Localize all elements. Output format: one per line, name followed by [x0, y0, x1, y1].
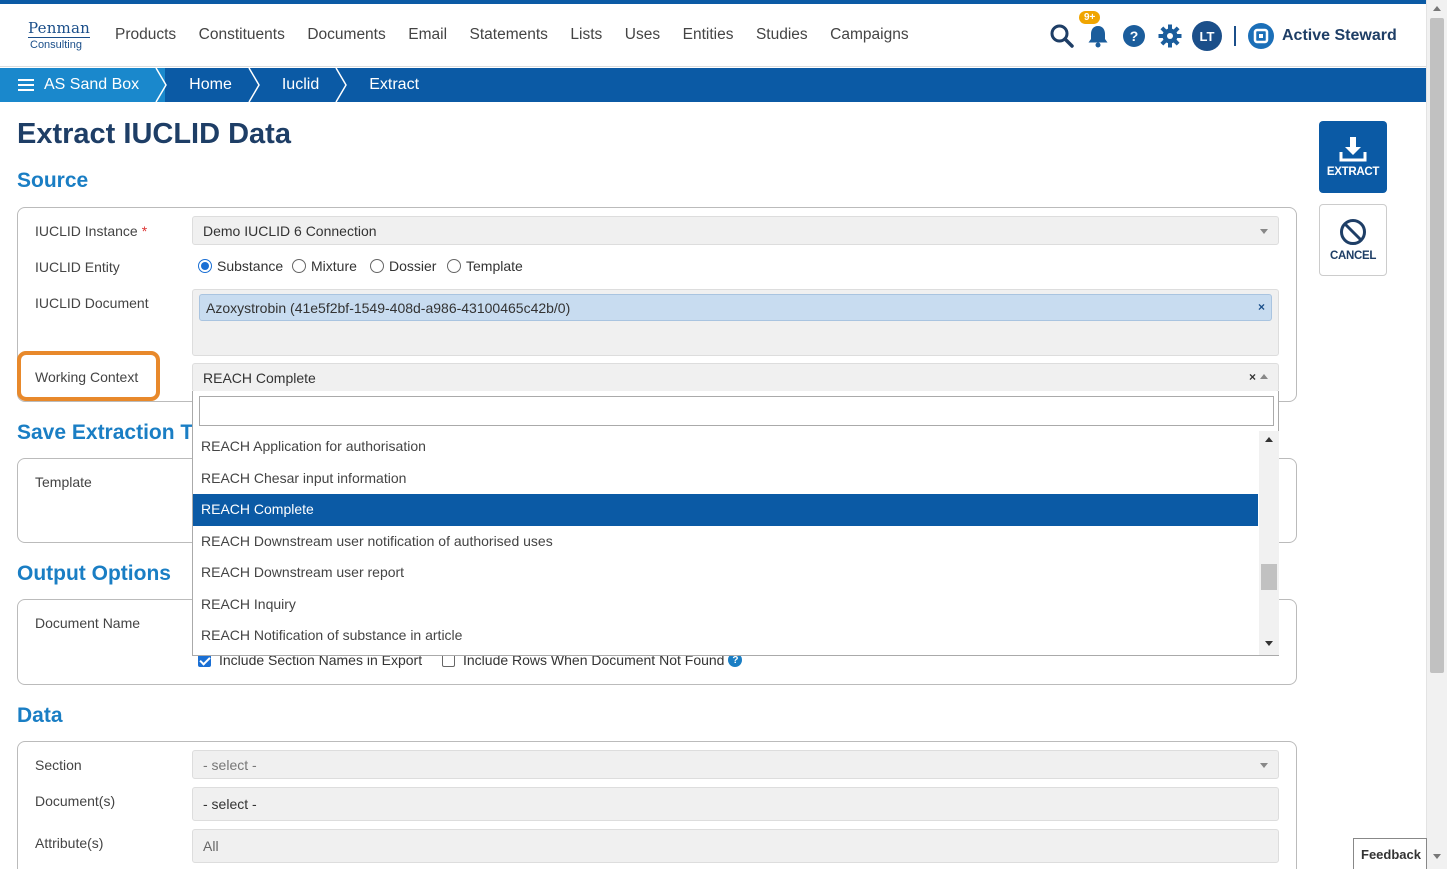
breadcrumb-extract-label: Extract — [369, 76, 420, 93]
help-icon[interactable]: ? — [1120, 22, 1148, 50]
menu-entities[interactable]: Entities — [683, 26, 734, 44]
dropdown-option-selected[interactable]: REACH Complete — [193, 494, 1258, 526]
breadcrumb-iuclid[interactable]: Iuclid — [258, 68, 348, 102]
page-scrollbar[interactable] — [1426, 0, 1447, 869]
iuclid-document-label: IUCLID Document — [35, 295, 149, 311]
working-context-highlight — [17, 351, 160, 401]
notification-badge: 9+ — [1079, 11, 1101, 24]
dropdown-option[interactable]: REACH Notification of substance in artic… — [193, 620, 1258, 652]
dropdown-option[interactable]: REACH Downstream user notification of au… — [193, 526, 1258, 558]
menu-lists[interactable]: Lists — [570, 26, 602, 44]
download-icon — [1339, 137, 1367, 162]
radio-mixture[interactable]: Mixture — [292, 258, 357, 274]
section-label: Section — [35, 757, 82, 773]
menu-email[interactable]: Email — [408, 26, 447, 44]
attributes-multiselect[interactable]: All — [192, 829, 1279, 863]
extract-label: EXTRACT — [1326, 166, 1380, 178]
menu-statements[interactable]: Statements — [470, 26, 548, 44]
dropdown-option[interactable]: REACH Downstream user report — [193, 557, 1258, 589]
menu-constituents[interactable]: Constituents — [199, 26, 285, 44]
dropdown-option[interactable]: REACH Application for authorisation — [193, 431, 1258, 463]
clear-icon[interactable]: × — [1249, 370, 1256, 384]
logo-text: Penman — [28, 19, 90, 37]
search-icon[interactable] — [1048, 22, 1076, 50]
chevron-up-icon — [1260, 374, 1268, 379]
iuclid-instance-select[interactable]: Demo IUCLID 6 Connection — [192, 216, 1279, 245]
section-select[interactable]: - select - — [192, 750, 1279, 779]
data-section-title: Data — [17, 704, 63, 727]
gear-icon[interactable] — [1156, 22, 1184, 50]
document-tag: Azoxystrobin (41e5f2bf-1549-408d-a986-43… — [199, 294, 1272, 321]
section-value: - select - — [203, 757, 257, 773]
breadcrumb-extract: Extract — [345, 68, 445, 102]
cancel-button[interactable]: CANCEL — [1319, 204, 1387, 276]
attributes-label: Attribute(s) — [35, 835, 104, 851]
radio-dossier[interactable]: Dossier — [370, 258, 436, 274]
radio-template[interactable]: Template — [447, 258, 523, 274]
document-name-label: Document Name — [35, 615, 141, 631]
menu-documents[interactable]: Documents — [307, 26, 385, 44]
iuclid-instance-value: Demo IUCLID 6 Connection — [203, 223, 377, 239]
iuclid-entity-label: IUCLID Entity — [35, 259, 120, 275]
chevron-down-icon — [1260, 763, 1268, 768]
source-section-title: Source — [17, 169, 89, 192]
template-label: Template — [35, 474, 92, 490]
document-tag-text: Azoxystrobin (41e5f2bf-1549-408d-a986-43… — [206, 300, 571, 316]
dropdown-option[interactable]: REACH Inquiry — [193, 589, 1258, 621]
menu-uses[interactable]: Uses — [625, 26, 660, 44]
output-options-section-title: Output Options — [17, 562, 171, 585]
chevron-down-icon — [1260, 229, 1268, 234]
ban-icon — [1340, 219, 1366, 245]
attributes-value: All — [203, 838, 219, 854]
documents-value: - select - — [203, 796, 257, 812]
breadcrumb-home-label: Home — [189, 76, 232, 93]
extract-button[interactable]: EXTRACT — [1319, 121, 1387, 193]
svg-text:?: ? — [1130, 28, 1139, 44]
logo-subtext: Consulting — [30, 39, 82, 51]
radio-substance[interactable]: Substance — [198, 258, 283, 274]
scroll-up-arrow-icon[interactable] — [1265, 437, 1273, 442]
breadcrumb-iuclid-label: Iuclid — [281, 76, 320, 93]
documents-label: Document(s) — [35, 793, 116, 809]
top-navbar: Penman Consulting Products Constituents … — [0, 4, 1426, 67]
breadcrumb-sandbox[interactable]: AS Sand Box — [0, 68, 168, 102]
penman-logo[interactable]: Penman Consulting — [28, 20, 92, 52]
nav-icon-group: ? LT Active Steward — [1048, 18, 1397, 54]
iuclid-document-multiselect[interactable]: Azoxystrobin (41e5f2bf-1549-408d-a986-43… — [192, 289, 1279, 356]
dropdown-scroll-thumb[interactable] — [1261, 564, 1277, 590]
save-template-section-title: Save Extraction Te — [17, 421, 204, 444]
dropdown-options-list: REACH Application for authorisation REAC… — [193, 431, 1258, 655]
scroll-up-arrow-icon[interactable] — [1433, 6, 1441, 11]
cancel-label: CANCEL — [1329, 250, 1377, 262]
dropdown-option[interactable]: REACH Chesar input information — [193, 463, 1258, 495]
nav-divider — [1234, 26, 1236, 46]
working-context-dropdown: REACH Application for authorisation REAC… — [192, 391, 1279, 656]
bell-icon[interactable] — [1084, 22, 1112, 50]
breadcrumb: AS Sand Box Home Iuclid Extract — [0, 68, 1426, 102]
remove-tag-icon[interactable]: × — [1258, 300, 1265, 314]
user-avatar[interactable]: LT — [1192, 21, 1222, 51]
documents-multiselect[interactable]: - select - — [192, 787, 1279, 821]
menu-products[interactable]: Products — [115, 26, 176, 44]
working-context-select[interactable]: REACH Complete × — [192, 363, 1279, 392]
page-title: Extract IUCLID Data — [17, 118, 291, 150]
scroll-down-arrow-icon[interactable] — [1433, 854, 1441, 859]
brand-active-steward[interactable]: Active Steward — [1248, 23, 1397, 49]
menu-campaigns[interactable]: Campaigns — [830, 26, 908, 44]
breadcrumb-sandbox-label: AS Sand Box — [44, 76, 140, 93]
feedback-button[interactable]: Feedback — [1353, 838, 1427, 869]
working-context-value: REACH Complete — [203, 370, 316, 386]
breadcrumb-home[interactable]: Home — [165, 68, 260, 102]
page-scroll-thumb[interactable] — [1430, 18, 1444, 673]
active-steward-logo-icon — [1248, 23, 1274, 49]
dropdown-scrollbar[interactable] — [1259, 431, 1279, 655]
iuclid-instance-label: IUCLID Instance * — [35, 223, 148, 239]
menu-studies[interactable]: Studies — [756, 26, 808, 44]
scroll-down-arrow-icon[interactable] — [1265, 641, 1273, 646]
hamburger-icon[interactable] — [18, 79, 34, 91]
dropdown-search-input[interactable] — [199, 396, 1274, 426]
main-menu: Products Constituents Documents Email St… — [115, 26, 931, 44]
brand-name: Active Steward — [1282, 27, 1397, 44]
